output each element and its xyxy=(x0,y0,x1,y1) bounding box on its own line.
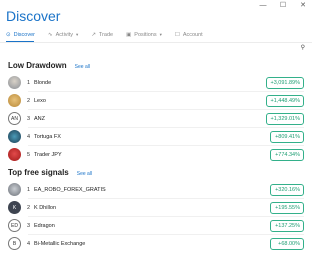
avatar: ED xyxy=(8,219,21,232)
avatar xyxy=(8,183,21,196)
growth-badge: +774.34% xyxy=(270,148,304,161)
rank: 2 xyxy=(27,204,31,211)
header-divider xyxy=(0,42,312,43)
avatar xyxy=(8,94,21,107)
compass-icon: ⊙ xyxy=(6,32,11,38)
section-title: Low Drawdown xyxy=(8,61,67,70)
avatar: AN xyxy=(8,112,21,125)
tab-bar: ⊙ Discover ∿ Activity ▾ ↗ Trade ▣ Positi… xyxy=(6,29,216,41)
rank: 1 xyxy=(27,186,31,193)
growth-badge: +195.55% xyxy=(270,201,304,214)
tab-label: Activity xyxy=(55,32,74,38)
signal-name: Blonde xyxy=(34,79,52,86)
list-item[interactable]: 2 Lexo +1,448.49% xyxy=(8,92,304,109)
tab-positions[interactable]: ▣ Positions ▾ xyxy=(126,32,162,38)
rank: 4 xyxy=(27,240,31,247)
account-icon: ☐ xyxy=(174,32,180,38)
tab-label: Trade xyxy=(98,32,114,38)
signal-name: Trader JPY xyxy=(34,151,62,158)
positions-icon: ▣ xyxy=(126,32,132,38)
growth-badge: +809.41% xyxy=(270,130,304,143)
list-item[interactable]: AN 3 ANZ +1,329.01% xyxy=(8,110,304,127)
chevron-down-icon: ▾ xyxy=(159,32,162,37)
tab-label: Positions xyxy=(134,32,157,38)
growth-badge: +137.25% xyxy=(270,219,304,232)
tab-trade[interactable]: ↗ Trade xyxy=(91,32,113,38)
growth-badge: +3,091.89% xyxy=(266,76,304,89)
section-header-top-free-signals: Top free signals See all xyxy=(8,168,92,177)
signal-name: Bi-Metallic Exchange xyxy=(34,240,86,247)
rank: 3 xyxy=(27,115,31,122)
growth-badge: +1,448.49% xyxy=(266,94,304,107)
signal-name: ANZ xyxy=(34,115,45,122)
list-item[interactable]: 1 EA_ROBO_FOREX_GRATIS +320.16% xyxy=(8,181,304,198)
avatar xyxy=(8,130,21,143)
rank: 5 xyxy=(27,151,31,158)
activity-icon: ∿ xyxy=(48,32,53,38)
page-title: Discover xyxy=(6,8,61,24)
section-title: Top free signals xyxy=(8,168,69,177)
avatar xyxy=(8,76,21,89)
signal-name: EA_ROBO_FOREX_GRATIS xyxy=(34,186,106,193)
signal-name: Edragon xyxy=(34,222,55,229)
signal-name: Lexo xyxy=(34,97,46,104)
growth-badge: +1,329.01% xyxy=(266,112,304,125)
list-item[interactable]: 1 Blonde +3,091.89% xyxy=(8,74,304,91)
tab-activity[interactable]: ∿ Activity ▾ xyxy=(48,32,78,38)
list-item[interactable]: 4 Tortuga FX +809.41% xyxy=(8,128,304,145)
list-item[interactable]: 5 Trader JPY +774.34% xyxy=(8,146,304,163)
signal-name: Tortuga FX xyxy=(34,133,61,140)
growth-badge: +68.00% xyxy=(270,237,304,250)
window-controls: — ☐ ✕ xyxy=(258,2,308,10)
growth-badge: +320.16% xyxy=(270,183,304,196)
tab-account[interactable]: ☐ Account xyxy=(175,32,203,38)
list-item[interactable]: B 4 Bi-Metallic Exchange +68.00% xyxy=(8,235,304,252)
avatar xyxy=(8,148,21,161)
signal-name: K Dhillon xyxy=(34,204,57,211)
rank: 1 xyxy=(27,79,31,86)
search-icon[interactable]: ⚲ xyxy=(301,44,305,51)
trade-icon: ↗ xyxy=(91,32,96,38)
chevron-down-icon: ▾ xyxy=(76,32,79,37)
see-all-link[interactable]: See all xyxy=(75,64,90,70)
avatar: K xyxy=(8,201,21,214)
rank: 4 xyxy=(27,133,31,140)
maximize-button[interactable]: ☐ xyxy=(278,2,288,10)
section-header-low-drawdown: Low Drawdown See all xyxy=(8,61,90,70)
tab-label: Discover xyxy=(13,32,36,38)
close-button[interactable]: ✕ xyxy=(298,2,308,10)
avatar: B xyxy=(8,237,21,250)
tab-label: Account xyxy=(182,32,203,38)
rank: 2 xyxy=(27,97,31,104)
tab-discover[interactable]: ⊙ Discover xyxy=(6,32,35,38)
list-item[interactable]: K 2 K Dhillon +195.55% xyxy=(8,199,304,216)
rank: 3 xyxy=(27,222,31,229)
see-all-link[interactable]: See all xyxy=(77,171,92,177)
list-item[interactable]: ED 3 Edragon +137.25% xyxy=(8,217,304,234)
minimize-button[interactable]: — xyxy=(258,2,268,10)
